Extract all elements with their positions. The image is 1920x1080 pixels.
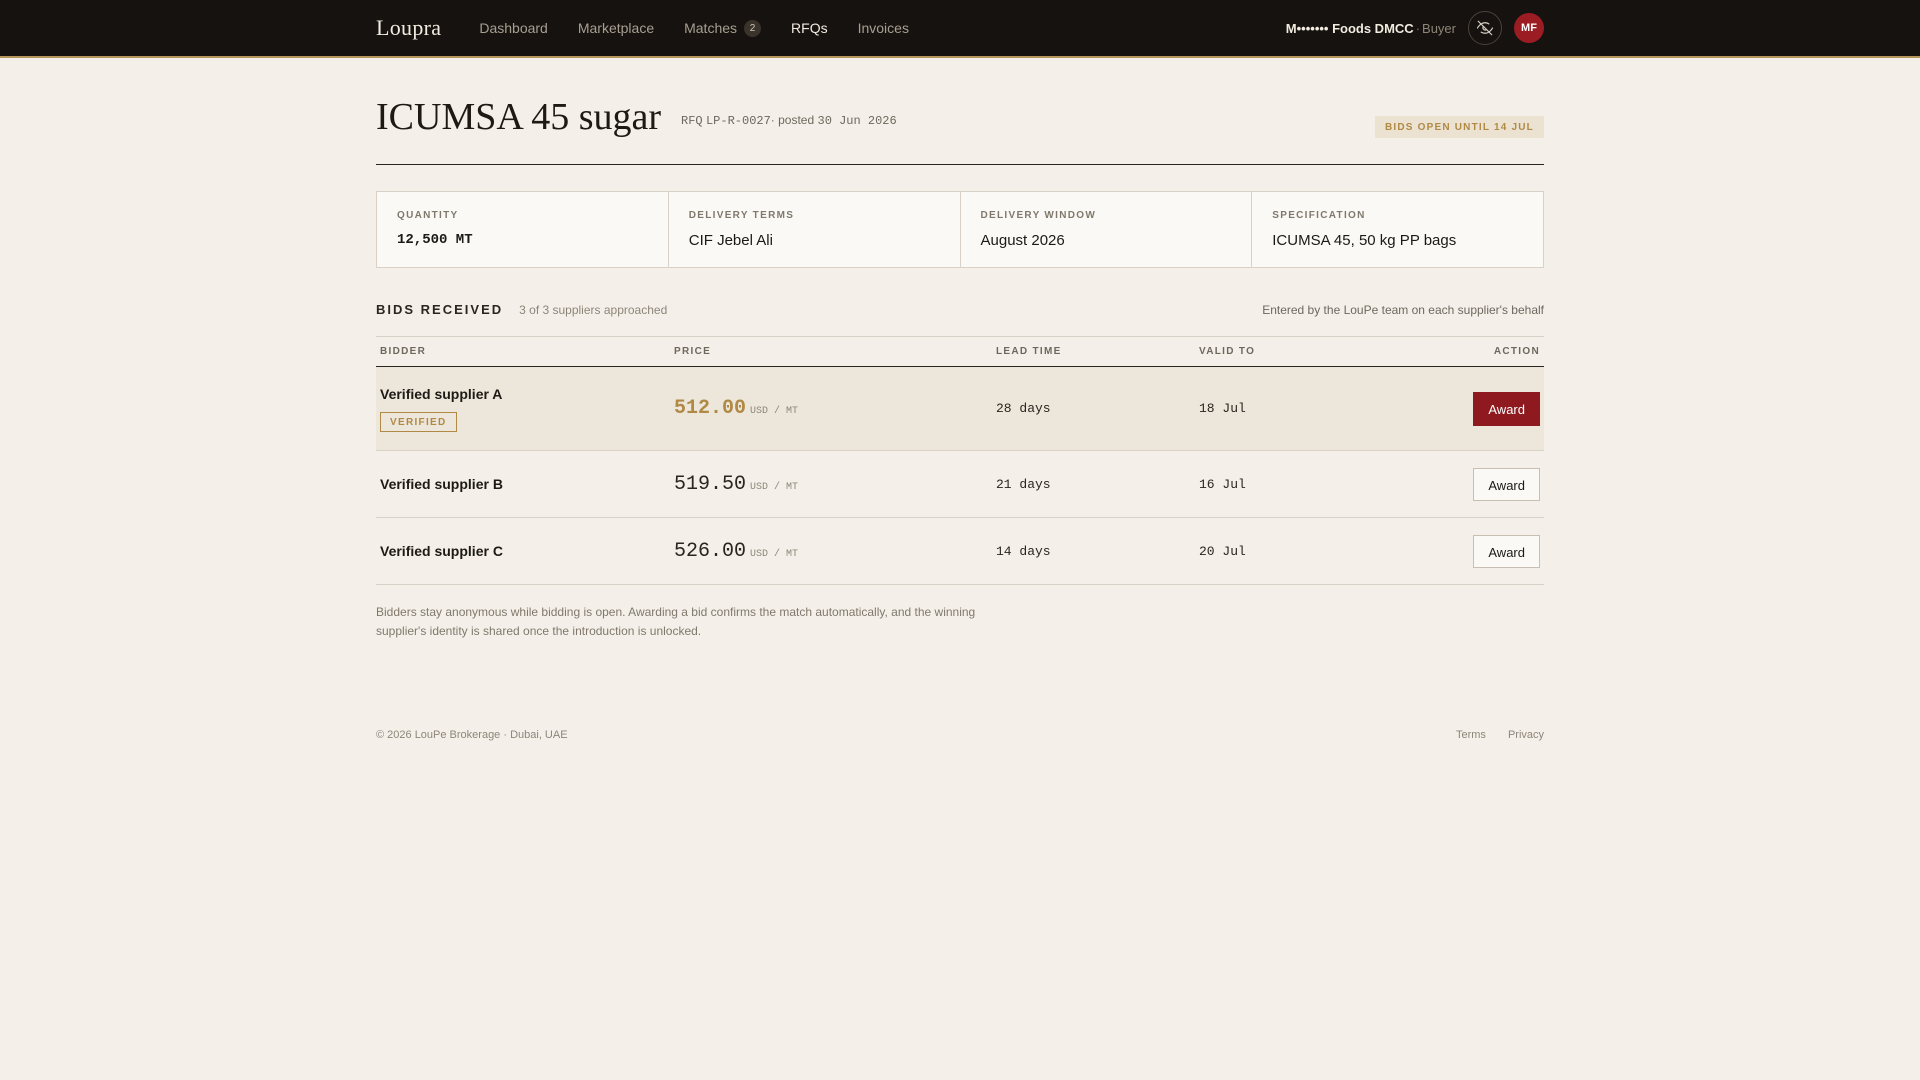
bids-table-header: BIDDER PRICE LEAD TIME VALID TO ACTION: [376, 336, 1544, 367]
top-nav: Loupra Dashboard Marketplace Matches 2 R…: [0, 0, 1920, 58]
rfq-ref-prefix: RFQ: [681, 113, 703, 128]
account-separator: ·: [1415, 20, 1421, 36]
table-row: Verified supplier C 526.00 USD / MT 14 da…: [376, 518, 1544, 585]
account-area: M••••••• Foods DMCC · Buyer MF: [1286, 11, 1544, 45]
page-footer: © 2026 LouPe Brokerage · Dubai, UAE Term…: [376, 729, 1544, 741]
price-unit: USD / MT: [750, 481, 799, 493]
valid-to: 18 Jul: [1199, 401, 1246, 416]
bid-price: 519.50: [674, 472, 747, 496]
bids-header: BIDS RECEIVED 3 of 3 suppliers approache…: [376, 302, 1544, 320]
posted-date: 30 Jun 2026: [817, 113, 897, 128]
bids-footnote: Bidders stay anonymous while bidding is …: [376, 605, 976, 638]
account-role: Buyer: [1422, 20, 1456, 36]
account-name: M••••••• Foods DMCC: [1285, 20, 1414, 36]
status-badge: BIDS OPEN UNTIL 14 JUL: [1374, 116, 1544, 138]
bidder-name: Verified supplier A: [380, 385, 503, 402]
bids-table: BIDDER PRICE LEAD TIME VALID TO ACTION V…: [376, 336, 1544, 585]
bids-note: Entered by the LouPe team on each suppli…: [1262, 303, 1544, 317]
price-unit: USD / MT: [750, 406, 799, 417]
price-unit: USD / MT: [750, 548, 799, 560]
lead-time: 28 days: [996, 401, 1051, 416]
matches-count-badge: 2: [744, 19, 762, 37]
spec-quantity: QUANTITY 12,500 MT: [397, 210, 473, 248]
bid-price: 526.00: [674, 539, 747, 563]
spec-specification: SPECIFICATION ICUMSA 45, 50 kg PP bags: [1251, 192, 1543, 267]
award-button[interactable]: Award: [1473, 467, 1540, 501]
award-button[interactable]: Award: [1473, 391, 1540, 426]
eye-off-icon: [1476, 20, 1494, 36]
bidder-name: Verified supplier C: [380, 543, 503, 559]
column-action: ACTION: [1375, 336, 1544, 367]
rfq-specs: QUANTITY 12,500 MT DELIVERY TERMS CIF Je…: [376, 191, 1544, 268]
bid-price: 512.00: [674, 397, 747, 420]
spec-delivery-window: DELIVERY WINDOW August 2026: [959, 192, 1252, 267]
rfq-meta: RFQ LP-R-0027· posted 30 Jun 2026: [681, 113, 897, 128]
bids-title: BIDS RECEIVED: [376, 302, 504, 317]
column-valid-to: VALID TO: [1195, 336, 1375, 367]
privacy-link[interactable]: Privacy: [1508, 729, 1544, 741]
table-row: Verified supplier B 519.50 USD / MT 21 da…: [376, 451, 1544, 518]
nav-item-marketplace[interactable]: Marketplace: [578, 20, 654, 36]
rfq-detail: ICUMSA 45 sugar RFQ LP-R-0027· posted 30…: [376, 58, 1544, 641]
page-title: ICUMSA 45 sugar: [376, 96, 662, 138]
privacy-toggle-button[interactable]: [1468, 11, 1502, 45]
title-row: ICUMSA 45 sugar RFQ LP-R-0027· posted 30…: [376, 58, 1544, 165]
brand-logo[interactable]: Loupra: [376, 15, 441, 41]
terms-link[interactable]: Terms: [1456, 729, 1486, 741]
nav-item-rfqs[interactable]: RFQs: [791, 20, 828, 36]
award-button[interactable]: Award: [1473, 534, 1540, 568]
rfq-ref: LP-R-0027: [705, 113, 771, 128]
nav-item-invoices[interactable]: Invoices: [858, 20, 909, 36]
valid-to: 16 Jul: [1199, 476, 1246, 492]
table-row: Verified supplier A VERIFIED 512.00 USD /…: [376, 366, 1544, 451]
column-lead-time: LEAD TIME: [992, 336, 1195, 367]
copyright: © 2026 LouPe Brokerage · Dubai, UAE: [376, 729, 568, 741]
avatar[interactable]: MF: [1514, 13, 1544, 43]
spec-delivery-terms: DELIVERY TERMS CIF Jebel Ali: [667, 192, 960, 267]
bids-subtitle: 3 of 3 suppliers approached: [519, 303, 668, 317]
nav-item-dashboard[interactable]: Dashboard: [479, 20, 548, 36]
bidder-name: Verified supplier B: [380, 476, 503, 492]
column-bidder: BIDDER: [376, 336, 670, 367]
valid-to: 20 Jul: [1199, 543, 1246, 559]
posted-label: · posted: [770, 112, 815, 127]
nav-item-matches[interactable]: Matches 2: [684, 19, 762, 37]
lead-time: 21 days: [996, 476, 1051, 492]
column-price: PRICE: [670, 336, 992, 367]
main-nav: Dashboard Marketplace Matches 2 RFQs Inv…: [479, 19, 909, 37]
lead-time: 14 days: [996, 543, 1051, 559]
verified-badge: VERIFIED: [380, 411, 457, 432]
